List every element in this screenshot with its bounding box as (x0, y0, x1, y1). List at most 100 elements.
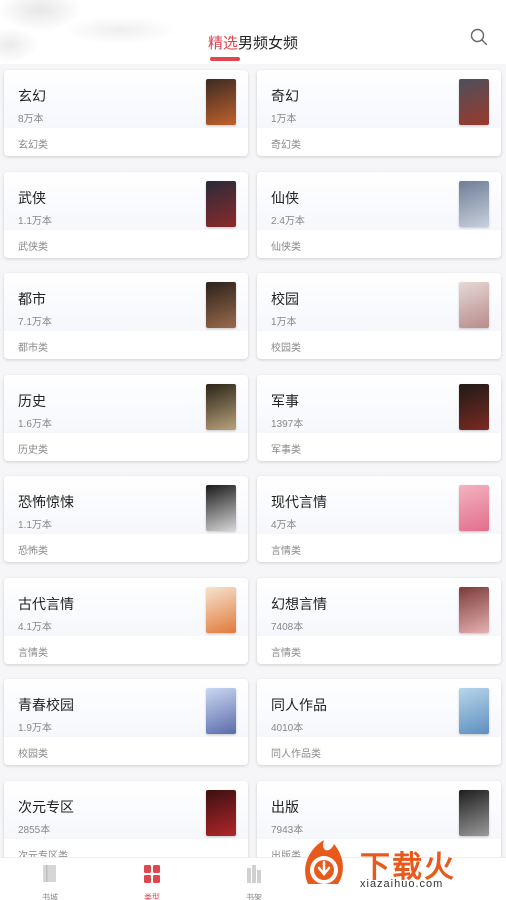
category-name: 古代言情 (18, 595, 74, 612)
tab-male[interactable]: 男频 (238, 32, 268, 53)
book-cover (206, 180, 236, 227)
card-header: 恐怖惊悚 1.1万本 (4, 476, 248, 534)
category-type: 仙侠类 (271, 241, 301, 253)
book-cover (459, 485, 489, 531)
nav-bookstore[interactable]: 书城 (20, 864, 80, 900)
category-type: 同人作品类 (271, 749, 321, 760)
book-cover (459, 789, 489, 836)
category-name: 青春校园 (18, 697, 74, 713)
category-type: 言情类 (271, 647, 301, 659)
book-count: 8万本 (18, 114, 44, 125)
category-name: 玄幻 (18, 88, 46, 104)
book-cover (459, 688, 489, 734)
category-name: 现代言情 (271, 494, 327, 510)
card-header: 次元专区 2855本 (4, 780, 248, 839)
book-count: 7.1万本 (18, 317, 52, 328)
category-name: 都市 (18, 291, 46, 307)
category-name: 武侠 (18, 189, 46, 206)
book-count: 1397本 (271, 418, 304, 430)
category-tabs: 精选男频女频 (0, 32, 506, 53)
category-name: 奇幻 (271, 88, 299, 104)
category-name: 幻想言情 (271, 595, 327, 612)
card-header: 青春校园 1.9万本 (4, 679, 248, 737)
book-count: 2.4万本 (271, 215, 305, 227)
category-card[interactable]: 历史 1.6万本历史类 (4, 374, 248, 461)
book-cover (206, 282, 236, 328)
category-name: 同人作品 (271, 697, 327, 713)
book-count: 1.9万本 (18, 723, 52, 734)
category-name: 出版 (271, 798, 299, 815)
book-count: 1.6万本 (18, 418, 52, 430)
category-type: 武侠类 (18, 241, 48, 253)
category-type: 都市类 (18, 343, 48, 354)
card-header: 校园 1万本 (257, 273, 501, 331)
category-card[interactable]: 恐怖惊悚 1.1万本 恐怖类 (4, 476, 248, 562)
shelf-icon (247, 865, 261, 883)
tab-female[interactable]: 女频 (268, 32, 298, 53)
category-type: 军事类 (271, 444, 301, 456)
category-card[interactable]: 幻想言情 7408本言情类 (257, 577, 501, 664)
book-count: 4010本 (271, 723, 304, 734)
category-card[interactable]: 军事 1397本军事类 (257, 374, 501, 461)
book-count: 2855本 (18, 824, 51, 836)
book-count: 7408本 (271, 621, 304, 633)
book-cover (206, 586, 236, 633)
category-card[interactable]: 现代言情 4万本言情类 (257, 476, 501, 562)
active-tab-indicator (210, 57, 240, 61)
category-card[interactable]: 奇幻 1万本奇幻类 (257, 70, 501, 156)
book-cover (459, 79, 489, 125)
category-type: 校园类 (271, 343, 301, 354)
book-cover (459, 180, 489, 227)
category-type: 校园类 (18, 749, 48, 760)
card-header: 玄幻 8万本 (4, 70, 248, 128)
category-card[interactable]: 玄幻 8万本玄幻类 (4, 70, 248, 156)
book-cover (459, 586, 489, 633)
book-count: 4万本 (271, 520, 297, 531)
search-icon[interactable] (470, 28, 488, 46)
book-cover (206, 383, 236, 430)
card-header: 奇幻 1万本 (257, 70, 501, 128)
category-name: 历史 (18, 392, 46, 409)
category-type: 言情类 (271, 546, 301, 557)
card-header: 历史 1.6万本 (4, 374, 248, 433)
category-card[interactable]: 武侠 1.1万本武侠类 (4, 171, 248, 258)
category-name: 校园 (271, 291, 299, 307)
category-card[interactable]: 古代言情 4.1万本 言情类 (4, 577, 248, 664)
book-count: 1万本 (271, 317, 297, 328)
card-header: 武侠 1.1万本 (4, 171, 248, 230)
watermark-url: xiazaihuo.com (360, 878, 444, 890)
grid-icon (144, 865, 160, 883)
book-cover (206, 688, 236, 734)
book-cover (206, 485, 236, 531)
card-header: 幻想言情 7408本 (257, 577, 501, 636)
card-header: 同人作品 4010本 (257, 679, 501, 737)
nav-label: 类型 (144, 893, 160, 900)
category-card[interactable]: 青春校园 1.9万本校园类 (4, 679, 248, 765)
nav-types[interactable]: 类型 (122, 864, 182, 900)
category-card[interactable]: 次元专区 2855本 次元专区类 (4, 780, 248, 867)
card-header: 古代言情 4.1万本 (4, 577, 248, 636)
book-count: 1.1万本 (18, 215, 52, 227)
book-cover (206, 79, 236, 125)
card-header: 仙侠 2.4万本 (257, 171, 501, 230)
book-count: 4.1万本 (18, 621, 52, 633)
category-type: 奇幻类 (271, 140, 301, 151)
card-header: 出版 7943本 (257, 780, 501, 839)
category-card[interactable]: 都市 7.1万本都市类 (4, 273, 248, 359)
category-type: 玄幻类 (18, 140, 48, 151)
book-count: 1.1万本 (18, 520, 52, 531)
nav-bookshelf[interactable]: 书架 (224, 864, 284, 900)
category-card[interactable]: 校园 1万本校园类 (257, 273, 501, 359)
category-name: 军事 (271, 392, 299, 409)
book-cover (459, 383, 489, 430)
card-header: 现代言情 4万本 (257, 476, 501, 534)
category-name: 次元专区 (18, 798, 74, 815)
tab-featured[interactable]: 精选 (208, 32, 238, 53)
book-count: 7943本 (271, 824, 304, 836)
category-card[interactable]: 仙侠 2.4万本仙侠类 (257, 171, 501, 258)
book-icon (43, 865, 56, 882)
category-name: 恐怖惊悚 (18, 494, 74, 510)
category-type: 历史类 (18, 444, 48, 456)
category-card[interactable]: 同人作品 4010本同人作品类 (257, 679, 501, 765)
nav-label: 书城 (42, 893, 58, 900)
